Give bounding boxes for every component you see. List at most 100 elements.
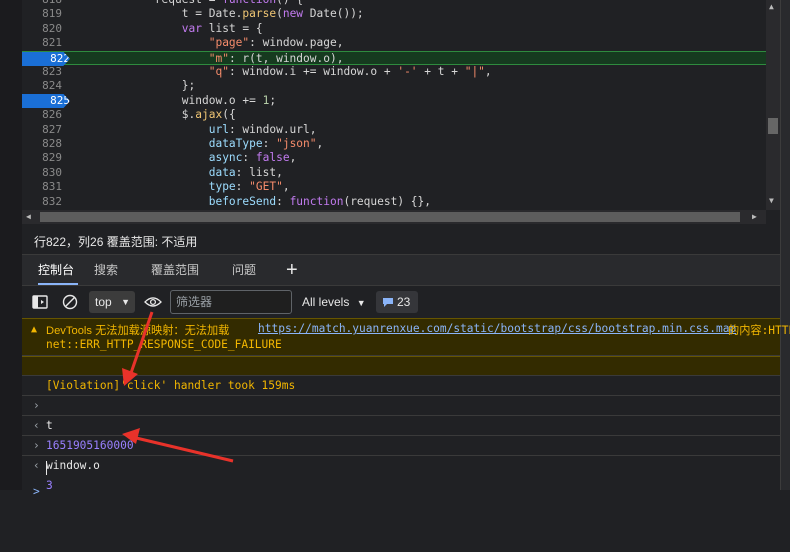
- code-text: t = Date.parse(new Date());: [74, 7, 364, 21]
- code-editor[interactable]: 818 request = function() {819 t = Date.p…: [22, 0, 766, 210]
- vertical-scroll-thumb[interactable]: [768, 118, 778, 134]
- context-value: top: [95, 295, 112, 309]
- code-line[interactable]: 828 dataType: "json",: [22, 137, 766, 151]
- add-tab-button[interactable]: +: [286, 255, 298, 285]
- eye-icon[interactable]: [144, 296, 162, 308]
- line-number[interactable]: 819: [22, 7, 62, 21]
- line-number[interactable]: 827: [22, 123, 62, 137]
- plus-icon: +: [286, 259, 298, 281]
- code-token: :: [262, 137, 277, 150]
- code-line[interactable]: 824 };: [22, 79, 766, 93]
- code-line[interactable]: 831 type: "GET",: [22, 180, 766, 194]
- sidebar-toggle-icon[interactable]: [32, 295, 48, 309]
- code-token: : window.url,: [228, 122, 317, 136]
- code-text: window.o += 1;: [74, 94, 276, 108]
- warning-source-link[interactable]: https://match.yuanrenxue.com/static/boot…: [258, 322, 736, 335]
- warning-error-code: net::ERR_HTTP_RESPONSE_CODE_FAILURE: [46, 338, 282, 351]
- console-prompt[interactable]: >: [22, 456, 780, 498]
- code-token: parse: [242, 7, 277, 21]
- chevron-down-icon: ▼: [121, 297, 130, 307]
- code-token: var: [181, 21, 202, 35]
- line-number[interactable]: 829: [22, 151, 62, 165]
- code-token: beforeSend: [208, 194, 277, 208]
- tab-coverage[interactable]: 覆盖范围: [151, 255, 199, 285]
- tab-console[interactable]: 控制台: [38, 255, 78, 285]
- filter-placeholder: 筛选器: [176, 295, 213, 309]
- issues-counter-button[interactable]: 23: [376, 291, 418, 313]
- code-line[interactable]: 827 url: window.url,: [22, 123, 766, 137]
- tab-search[interactable]: 搜索: [94, 255, 118, 285]
- code-text: $.ajax({: [74, 108, 236, 122]
- code-line[interactable]: 830 data: list,: [22, 166, 766, 180]
- code-token: request =: [74, 0, 222, 6]
- line-number[interactable]: 818: [22, 0, 62, 7]
- code-token: ({: [222, 108, 236, 122]
- code-token: ,: [289, 151, 297, 165]
- editor-horizontal-scrollbar[interactable]: ◀ ▶: [22, 210, 766, 224]
- code-token: '-': [397, 65, 418, 78]
- code-token: function: [222, 0, 276, 6]
- clear-console-icon[interactable]: [62, 294, 78, 310]
- code-line[interactable]: 825 window.o += 1;: [22, 93, 766, 109]
- console-input-row: › t: [22, 376, 780, 432]
- tab-label: 覆盖范围: [151, 263, 200, 277]
- tab-issues[interactable]: 问题: [232, 255, 256, 285]
- code-line[interactable]: 818 request = function() {: [22, 0, 766, 7]
- console-panel[interactable]: ▲ DevTools 无法加载源映射：无法加载 https://match.yu…: [22, 318, 790, 498]
- code-token: async: [208, 151, 243, 165]
- scroll-up-icon[interactable]: ▲: [769, 2, 774, 11]
- levels-label: All levels: [302, 295, 350, 309]
- chevron-down-icon: ▼: [356, 298, 366, 308]
- code-line[interactable]: 832 beforeSend: function(request) {},: [22, 195, 766, 209]
- line-number[interactable]: 831: [22, 180, 62, 194]
- code-line[interactable]: 819 t = Date.parse(new Date());: [22, 7, 766, 21]
- line-number[interactable]: 830: [22, 166, 62, 180]
- context-selector[interactable]: top ▼: [89, 291, 135, 313]
- code-token: : window.i += window.o +: [228, 65, 398, 78]
- code-text: var list = {: [74, 22, 263, 36]
- code-line[interactable]: 829 async: false,: [22, 151, 766, 165]
- drawer-tabs: 控制台 搜索 覆盖范围 问题 +: [22, 255, 780, 286]
- code-line[interactable]: 823 "q": window.i += window.o + '-' + t …: [22, 65, 766, 79]
- code-text: "m": r(t, window.o),: [74, 51, 344, 66]
- horizontal-scroll-thumb[interactable]: [40, 212, 740, 222]
- line-number[interactable]: 826: [22, 108, 62, 122]
- line-number[interactable]: 820: [22, 22, 62, 36]
- code-line[interactable]: 821 "page": window.page,: [22, 36, 766, 50]
- filter-input[interactable]: 筛选器: [170, 290, 292, 314]
- line-number[interactable]: 824: [22, 79, 62, 93]
- editor-vertical-scrollbar[interactable]: ▲ ▼: [766, 0, 780, 210]
- breakpoint-line-number[interactable]: 822: [22, 51, 70, 66]
- tab-label: 问题: [232, 263, 257, 277]
- code-token: t = Date.: [74, 7, 243, 21]
- code-token: data: [208, 165, 236, 179]
- code-text: beforeSend: function(request) {},: [74, 195, 431, 209]
- breakpoint-line-number[interactable]: 825: [22, 93, 70, 109]
- code-token: :: [276, 194, 290, 208]
- status-bar: 行822，列26 覆盖范围: 不适用: [22, 224, 780, 255]
- scroll-down-icon[interactable]: ▼: [769, 196, 774, 205]
- line-number[interactable]: 832: [22, 195, 62, 209]
- code-token: : r(t, window.o),: [228, 51, 344, 65]
- warning-prefix: DevTools 无法加载源映射：无法加载: [46, 325, 230, 337]
- code-line[interactable]: 822 "m": r(t, window.o),: [22, 50, 766, 66]
- scroll-right-icon[interactable]: ▶: [752, 212, 757, 221]
- code-token: ,: [316, 137, 324, 150]
- scroll-left-icon[interactable]: ◀: [26, 212, 31, 221]
- code-text: async: false,: [74, 151, 297, 165]
- line-number[interactable]: 823: [22, 65, 62, 79]
- line-number[interactable]: 821: [22, 36, 62, 50]
- code-line[interactable]: 820 var list = {: [22, 22, 766, 36]
- code-line[interactable]: 826 $.ajax({: [22, 108, 766, 122]
- code-token: "GET": [249, 180, 283, 194]
- code-text: type: "GET",: [74, 180, 290, 194]
- line-number[interactable]: 828: [22, 137, 62, 151]
- code-token: : list,: [235, 165, 283, 179]
- log-levels-dropdown[interactable]: All levels ▼: [302, 286, 366, 318]
- text-cursor: [46, 461, 47, 475]
